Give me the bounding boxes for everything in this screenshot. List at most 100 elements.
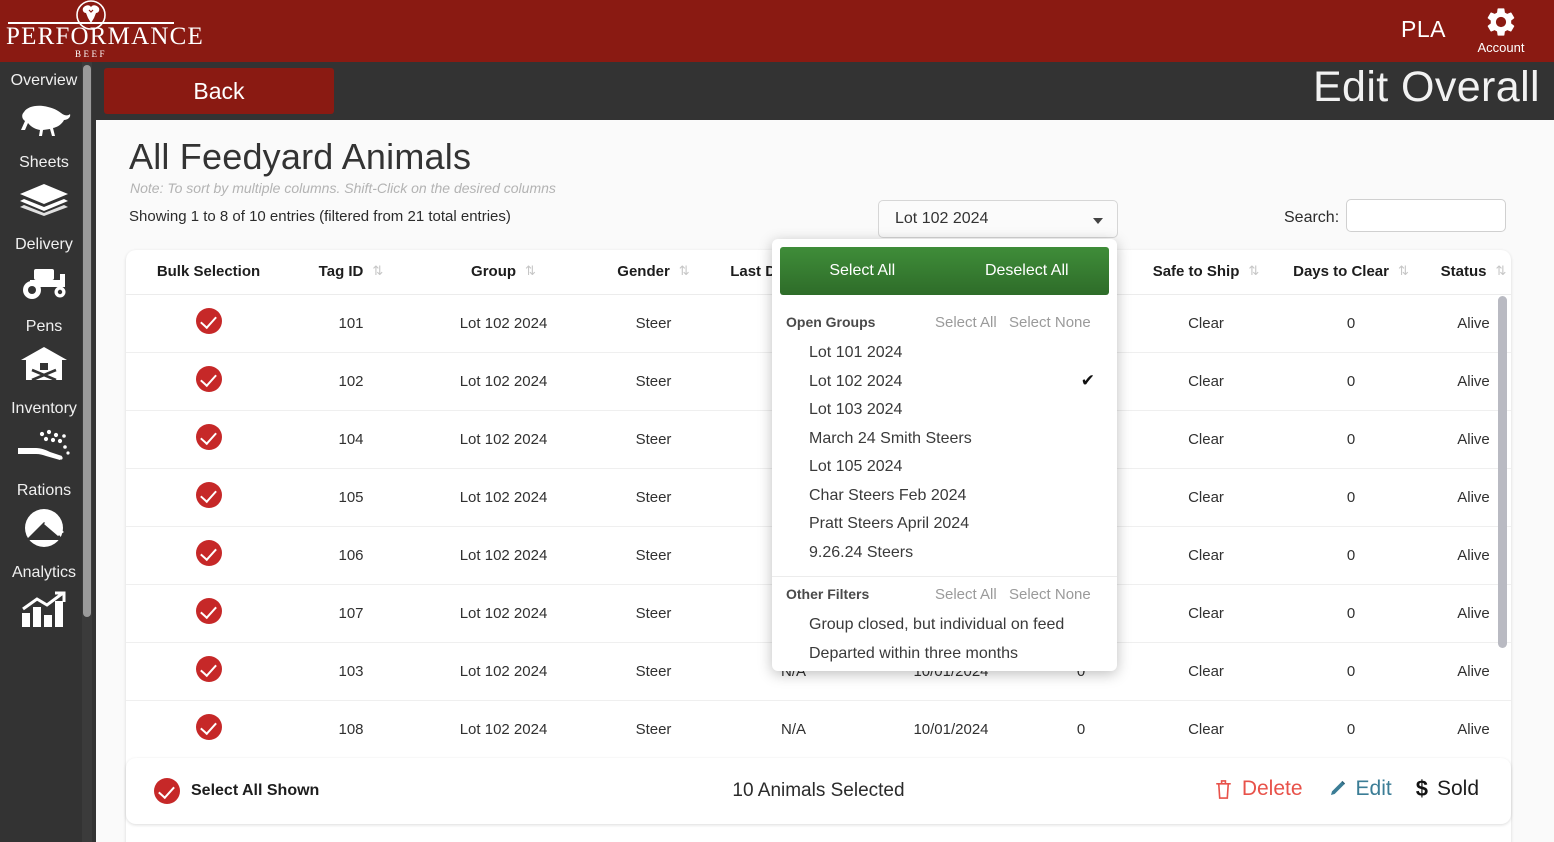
table-row[interactable]: 108Lot 102 2024SteerN/A10/01/20240Clear0… — [126, 700, 1511, 758]
sort-updown-icon[interactable]: ⇅ — [1495, 263, 1506, 279]
menu-option[interactable]: Group closed, but individual on feed — [772, 611, 1117, 640]
sort-updown-icon[interactable]: ⇅ — [372, 263, 383, 279]
cell-days-to-clear: 0 — [1276, 642, 1426, 700]
sidebar-item-analytics[interactable]: Analytics — [0, 554, 88, 636]
menu-option[interactable]: Lot 103 2024 — [772, 396, 1117, 425]
column-header-days-to-clear[interactable]: Days to Clear⇅ — [1276, 250, 1426, 294]
sidebar-item-pens[interactable]: Pens — [0, 308, 88, 390]
brand-subtitle: BEEF — [6, 49, 176, 59]
brand-name: PERFORMANCE — [6, 22, 176, 52]
row-select-cell[interactable] — [126, 642, 291, 700]
menu-section-select-none[interactable]: Select None — [1009, 586, 1091, 603]
column-header-label: Gender — [617, 263, 670, 280]
sidebar-item-rations[interactable]: Rations — [0, 472, 88, 554]
column-header-status[interactable]: Status⇅ — [1426, 250, 1511, 294]
menu-option[interactable]: Lot 102 2024✔ — [772, 368, 1117, 397]
column-header-label: Bulk Selection — [157, 263, 260, 280]
column-header-gender[interactable]: Gender ⇅ — [596, 250, 711, 294]
menu-option-label: Lot 103 2024 — [809, 401, 902, 419]
menu-option-label: Group closed, but individual on feed — [809, 616, 1064, 634]
menu-option[interactable]: Lot 101 2024 — [772, 339, 1117, 368]
menu-option[interactable]: Pratt Steers April 2024 — [772, 510, 1117, 539]
menu-option[interactable]: Char Steers Feb 2024 — [772, 482, 1117, 511]
brand-logo-block: PERFORMANCE BEEF — [6, 0, 176, 60]
sidebar-item-label: Inventory — [0, 398, 88, 420]
menu-section-select-all[interactable]: Select All — [935, 586, 997, 603]
row-select-cell[interactable] — [126, 526, 291, 584]
menu-section-select-all[interactable]: Select All — [935, 314, 997, 331]
sold-label: Sold — [1437, 777, 1479, 801]
menu-section-header: Open Groups Select All Select None — [772, 305, 1117, 339]
menu-option[interactable]: Lot 105 2024 — [772, 453, 1117, 482]
edit-button[interactable]: Edit — [1327, 777, 1392, 801]
barn-icon — [0, 338, 88, 390]
row-select-cell[interactable] — [126, 700, 291, 758]
cell-gender: Steer — [596, 468, 711, 526]
column-header-safe-to-ship[interactable]: Safe to Ship⇅ — [1136, 250, 1276, 294]
account-label: Account — [1458, 40, 1544, 55]
cell-days-to-clear: 0 — [1276, 584, 1426, 642]
menu-section-title: Open Groups — [786, 314, 875, 330]
row-select-cell[interactable] — [126, 294, 291, 352]
menu-option[interactable]: March 24 Smith Steers — [772, 425, 1117, 454]
row-select-cell[interactable] — [126, 468, 291, 526]
check-circle-icon[interactable] — [196, 424, 222, 450]
sidebar-item-inventory[interactable]: Inventory — [0, 390, 88, 472]
check-circle-icon[interactable] — [196, 598, 222, 624]
search-input[interactable] — [1346, 199, 1506, 232]
back-button[interactable]: Back — [104, 68, 334, 114]
row-select-cell[interactable] — [126, 352, 291, 410]
menu-option[interactable]: Departed within three months — [772, 640, 1117, 669]
group-filter-menu: Select All Deselect All Open Groups Selec… — [772, 239, 1117, 671]
cell-tag-id: 102 — [291, 352, 411, 410]
sidebar-item-sheets[interactable]: Sheets — [0, 144, 88, 226]
bulk-actions-group: Delete Edit $ Sold — [1214, 776, 1479, 802]
check-circle-icon[interactable] — [196, 366, 222, 392]
row-select-cell[interactable] — [126, 584, 291, 642]
check-circle-icon[interactable] — [196, 540, 222, 566]
group-filter-dropdown[interactable]: Lot 102 2024 — [878, 200, 1118, 238]
check-circle-icon[interactable] — [196, 714, 222, 740]
app-root: PERFORMANCE BEEF PLA Account Back Edit O… — [0, 0, 1554, 842]
account-button[interactable]: Account — [1458, 5, 1544, 55]
sidebar-item-delivery[interactable]: Delivery — [0, 226, 88, 308]
cell-safe-to-ship: Clear — [1136, 642, 1276, 700]
sidebar-item-label: Delivery — [0, 234, 88, 256]
cell-tag-id: 108 — [291, 700, 411, 758]
cell-status: Alive — [1426, 642, 1511, 700]
cell-tag-id: 103 — [291, 642, 411, 700]
column-header-group[interactable]: Group⇅ — [411, 250, 596, 294]
sidebar-item-label: Pens — [0, 316, 88, 338]
cow-icon — [0, 92, 88, 144]
sort-updown-icon[interactable]: ⇅ — [679, 263, 690, 279]
cell-tag-id: 107 — [291, 584, 411, 642]
menu-select-all-button[interactable]: Select All — [780, 247, 945, 295]
menu-deselect-all-button[interactable]: Deselect All — [945, 247, 1110, 295]
sort-updown-icon[interactable]: ⇅ — [1248, 263, 1259, 279]
cell-group: Lot 102 2024 — [411, 352, 596, 410]
menu-option-label: Pratt Steers April 2024 — [809, 515, 969, 533]
cell-date: 10/01/2024 — [876, 700, 1026, 758]
menu-section-select-none[interactable]: Select None — [1009, 314, 1091, 331]
menu-option[interactable]: 9.26.24 Steers — [772, 539, 1117, 568]
check-circle-icon[interactable] — [196, 482, 222, 508]
cell-days-to-clear: 0 — [1276, 526, 1426, 584]
menu-section-header: Other FiltersSelect AllSelect None — [772, 577, 1117, 611]
sort-updown-icon[interactable]: ⇅ — [1398, 263, 1409, 279]
cell-safe-to-ship: Clear — [1136, 352, 1276, 410]
menu-option-label: Lot 105 2024 — [809, 458, 902, 476]
check-circle-icon[interactable] — [196, 308, 222, 334]
sidebar-scrollbar-thumb[interactable] — [83, 65, 91, 617]
dollar-icon: $ — [1416, 776, 1428, 802]
table-scrollbar-thumb[interactable] — [1498, 296, 1507, 648]
delete-button[interactable]: Delete — [1214, 777, 1303, 801]
search-label: Search: — [1284, 209, 1339, 227]
check-circle-icon[interactable] — [196, 656, 222, 682]
tractor-icon — [0, 256, 88, 308]
sidebar-item-overview[interactable]: Overview — [0, 62, 88, 144]
column-header-tag-id[interactable]: Tag ID⇅ — [291, 250, 411, 294]
cell-gender: Steer — [596, 352, 711, 410]
sort-updown-icon[interactable]: ⇅ — [525, 263, 536, 279]
row-select-cell[interactable] — [126, 410, 291, 468]
sold-button[interactable]: $ Sold — [1416, 776, 1479, 802]
